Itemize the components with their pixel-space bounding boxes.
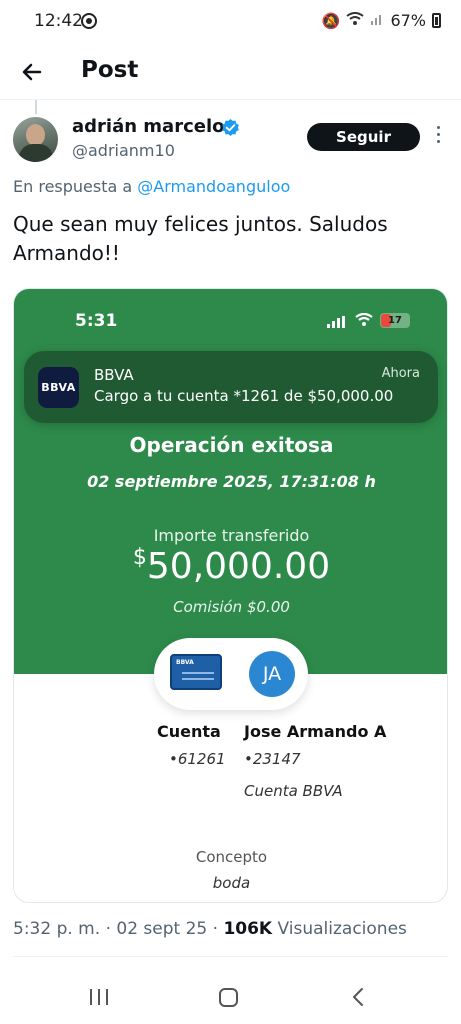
commission: Comisión $0.00 xyxy=(173,598,290,616)
concept-label: Concepto xyxy=(195,848,268,866)
battery-percent: 67% xyxy=(390,11,426,30)
follow-button[interactable]: Seguir xyxy=(307,123,420,151)
avatar[interactable] xyxy=(13,117,58,162)
reply-context: En respuesta a @Armandoanguloo xyxy=(13,177,290,196)
dnd-icon xyxy=(81,13,97,29)
post-meta: 5:32 p. m. · 02 sept 25 · 106K Visualiza… xyxy=(13,919,407,939)
recipient-number: •23147 xyxy=(244,750,301,768)
post-date: 02 sept 25 xyxy=(116,919,208,939)
card-brand: BBVA xyxy=(176,659,194,666)
concept-value: boda xyxy=(212,874,251,892)
operation-title: Operación exitosa xyxy=(129,433,334,457)
battery-icon xyxy=(432,13,441,28)
reply-handle-link[interactable]: @Armandoanguloo xyxy=(137,177,290,196)
media-battery-level: 17 xyxy=(388,315,402,326)
bbva-logo: BBVA xyxy=(38,367,79,408)
display-name[interactable]: adrián marcelo xyxy=(72,116,225,137)
transfer-parties-pill: BBVA JA xyxy=(154,638,308,710)
wifi-icon xyxy=(346,11,365,30)
post-time: 5:32 p. m. xyxy=(13,919,101,939)
meta-separator: · xyxy=(212,919,219,939)
thread-line xyxy=(35,100,37,114)
amount: $50,000.00 xyxy=(14,545,447,587)
amount-currency: $ xyxy=(132,545,147,570)
post-media-image[interactable]: 5:31 17 BBVA BBVA Ahora Cargo a tu cuent… xyxy=(13,288,448,903)
bank-card-icon: BBVA xyxy=(170,654,222,690)
account-number: •61261 xyxy=(169,750,226,768)
arrow-left-icon[interactable] xyxy=(18,58,46,86)
signal-icon xyxy=(370,12,384,30)
status-time: 12:42 xyxy=(34,11,83,31)
divider xyxy=(13,956,448,957)
home-icon[interactable] xyxy=(219,988,238,1007)
recipient-name: Jose Armando A xyxy=(244,722,387,741)
recent-apps-icon[interactable] xyxy=(90,989,108,1005)
post-text: Que sean muy felices juntos. Saludos Arm… xyxy=(13,212,388,265)
views-label[interactable]: Visualizaciones xyxy=(278,919,407,939)
nav-back-icon[interactable] xyxy=(350,987,366,1007)
verified-badge-icon xyxy=(222,118,239,137)
account-label: Cuenta xyxy=(157,722,221,741)
recipient-avatar: JA xyxy=(249,651,295,697)
mute-icon: 🔕 xyxy=(321,11,341,30)
top-bar: Post xyxy=(0,44,461,100)
reply-prefix: En respuesta a xyxy=(13,177,133,196)
status-right: 🔕 67% xyxy=(322,11,441,30)
amount-value: 50,000.00 xyxy=(146,546,331,587)
more-vertical-icon[interactable] xyxy=(433,126,443,148)
system-nav-bar xyxy=(0,970,461,1024)
bank-notification: BBVA BBVA Ahora Cargo a tu cuenta *1261 … xyxy=(24,351,438,423)
operation-date: 02 septiembre 2025, 17:31:08 h xyxy=(87,472,376,491)
media-battery-icon: 17 xyxy=(380,313,410,328)
media-signal-icon xyxy=(327,316,347,328)
views-count[interactable]: 106K xyxy=(223,919,272,939)
status-bar: 12:42 🔕 67% xyxy=(0,0,461,44)
amount-label: Importe transferido xyxy=(153,526,310,545)
notification-title: BBVA xyxy=(94,366,134,384)
meta-separator: · xyxy=(105,919,111,939)
media-green-panel: 5:31 17 BBVA BBVA Ahora Cargo a tu cuent… xyxy=(14,289,447,674)
recipient-bank: Cuenta BBVA xyxy=(244,782,343,800)
notification-body: Cargo a tu cuenta *1261 de $50,000.00 xyxy=(94,387,394,405)
notification-time: Ahora xyxy=(381,366,420,381)
user-handle[interactable]: @adrianm10 xyxy=(72,141,175,160)
media-status-time: 5:31 xyxy=(75,311,118,331)
page-title: Post xyxy=(81,57,139,83)
media-wifi-icon xyxy=(355,312,373,331)
